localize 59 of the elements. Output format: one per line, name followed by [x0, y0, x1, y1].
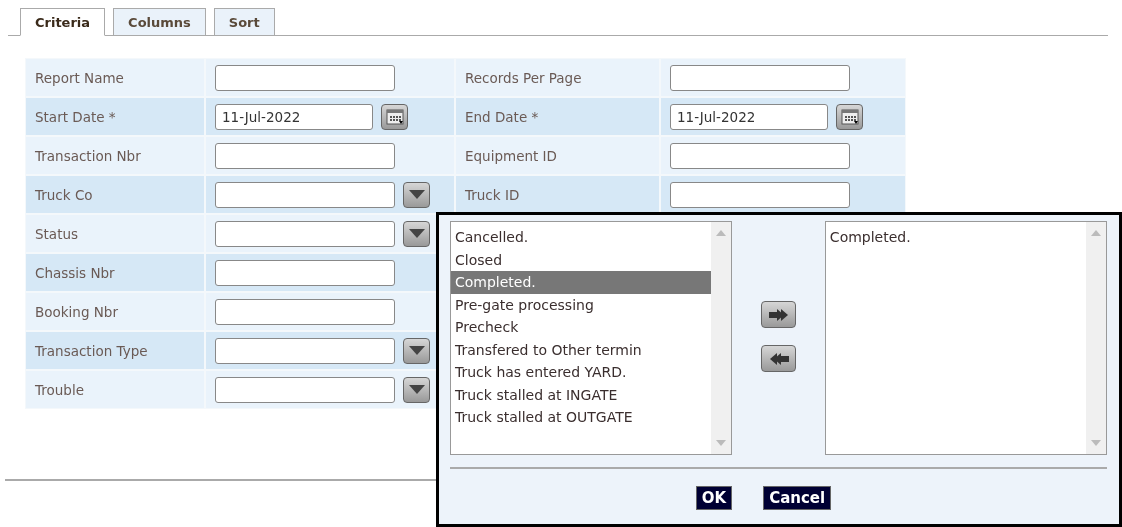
caret-icon [408, 346, 425, 355]
dropdown-button[interactable] [403, 337, 430, 364]
select-field[interactable] [215, 376, 395, 403]
field-label: Equipment ID [464, 147, 557, 164]
field-label: Transaction Nbr [34, 147, 141, 164]
double-arrow-right-icon [768, 308, 789, 321]
date-field[interactable]: 11-Jul-2022 [215, 103, 373, 130]
list-item[interactable]: Completed. [825, 226, 1086, 249]
field-label: Status [34, 225, 79, 242]
list-item[interactable]: Truck stalled at OUTGATE [451, 406, 712, 429]
select-field[interactable] [215, 337, 395, 364]
caret-icon [408, 385, 425, 394]
dropdown-button[interactable] [403, 376, 430, 403]
list-item[interactable]: Cancelled. [451, 226, 712, 249]
field-label: Start Date * [34, 108, 116, 125]
text-field[interactable] [215, 259, 395, 286]
tab[interactable]: Criteria [20, 8, 106, 36]
field-label: Report Name [34, 69, 124, 86]
list-item[interactable]: Truck stalled at INGATE [451, 383, 712, 406]
field-label: Chassis Nbr [34, 264, 115, 281]
calendar-icon [840, 108, 859, 125]
dropdown-button[interactable] [403, 220, 430, 247]
field-label: Truck ID [464, 186, 520, 203]
chosen-list[interactable]: Completed. [824, 221, 1107, 455]
list-item[interactable]: Precheck [451, 316, 712, 339]
field-label: Trouble [34, 381, 84, 398]
double-arrow-left-icon [768, 352, 789, 365]
calendar-button[interactable] [381, 103, 408, 130]
list-item[interactable]: Completed. [451, 271, 712, 294]
caret-icon [408, 190, 425, 199]
list-item[interactable]: Truck has entered YARD. [451, 361, 712, 384]
available-list[interactable]: Cancelled. Closed Completed. Pre-gate processing Precheck Transfered to Other termin Truck has entered YARD. Truck stalled at INGATE Truck stalled at OUTGATE [450, 221, 733, 455]
text-field[interactable] [670, 181, 850, 208]
list-item[interactable]: Transfered to Other termin [451, 338, 712, 361]
field-label: Booking Nbr [34, 303, 118, 320]
list-item[interactable]: Pre-gate processing [451, 293, 712, 316]
field-label: Records Per Page [464, 69, 582, 86]
field-label: End Date * [464, 108, 539, 125]
calendar-icon [385, 108, 404, 125]
text-field[interactable] [215, 64, 395, 91]
tab[interactable]: Columns [113, 8, 206, 36]
cancel-button[interactable]: Cancel [763, 486, 832, 510]
text-field[interactable] [215, 298, 395, 325]
text-field[interactable] [215, 142, 395, 169]
text-field[interactable] [670, 64, 850, 91]
add-button[interactable] [761, 301, 796, 328]
caret-icon [408, 229, 425, 238]
remove-button[interactable] [761, 345, 796, 372]
select-field[interactable] [215, 181, 395, 208]
calendar-button[interactable] [836, 103, 863, 130]
date-field[interactable]: 11-Jul-2022 [670, 103, 828, 130]
text-field[interactable] [670, 142, 850, 169]
list-item[interactable]: Closed [451, 248, 712, 271]
dropdown-button[interactable] [403, 181, 430, 208]
ok-button[interactable]: OK [695, 486, 733, 510]
field-label: Transaction Type [34, 342, 148, 359]
field-label: Truck Co [34, 186, 93, 203]
select-field[interactable] [215, 220, 395, 247]
tab[interactable]: Sort [213, 8, 275, 36]
